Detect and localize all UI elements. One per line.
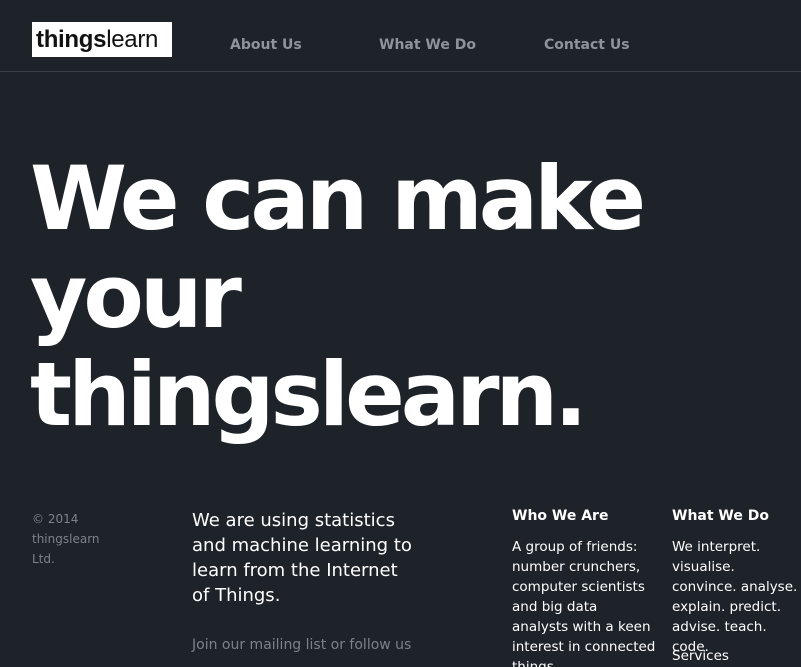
who-we-are-title: Who We Are xyxy=(512,508,609,524)
logo-bold-text: things xyxy=(36,26,107,53)
intro-text: We are using statistics and machine lear… xyxy=(192,510,412,606)
services-link[interactable]: Services xyxy=(672,648,729,664)
hero-line-1: We can make xyxy=(30,147,646,250)
logo-light-text: learn xyxy=(106,26,159,53)
nav-about-us[interactable]: About Us xyxy=(230,37,302,53)
who-we-are-text: A group of friends: number crunchers, co… xyxy=(512,539,656,667)
site-header: thingslearn About Us What We Do Contact … xyxy=(0,0,801,72)
nav-what-we-do[interactable]: What We Do xyxy=(379,37,476,53)
what-we-do-text: We interpret. visualise. convince. analy… xyxy=(672,539,798,655)
hero-line-3: thingslearn. xyxy=(30,343,588,446)
nav-contact-us[interactable]: Contact Us xyxy=(544,37,630,53)
mailing-list-text: Join our mailing list or follow us xyxy=(192,637,412,653)
what-we-do-title: What We Do xyxy=(672,508,769,524)
logo[interactable]: thingslearn xyxy=(32,22,172,57)
copyright-text: © 2014 thingslearn Ltd. xyxy=(32,512,100,566)
hero-heading: We can make your thingslearn. xyxy=(30,147,646,446)
hero-line-2: your xyxy=(30,245,242,348)
